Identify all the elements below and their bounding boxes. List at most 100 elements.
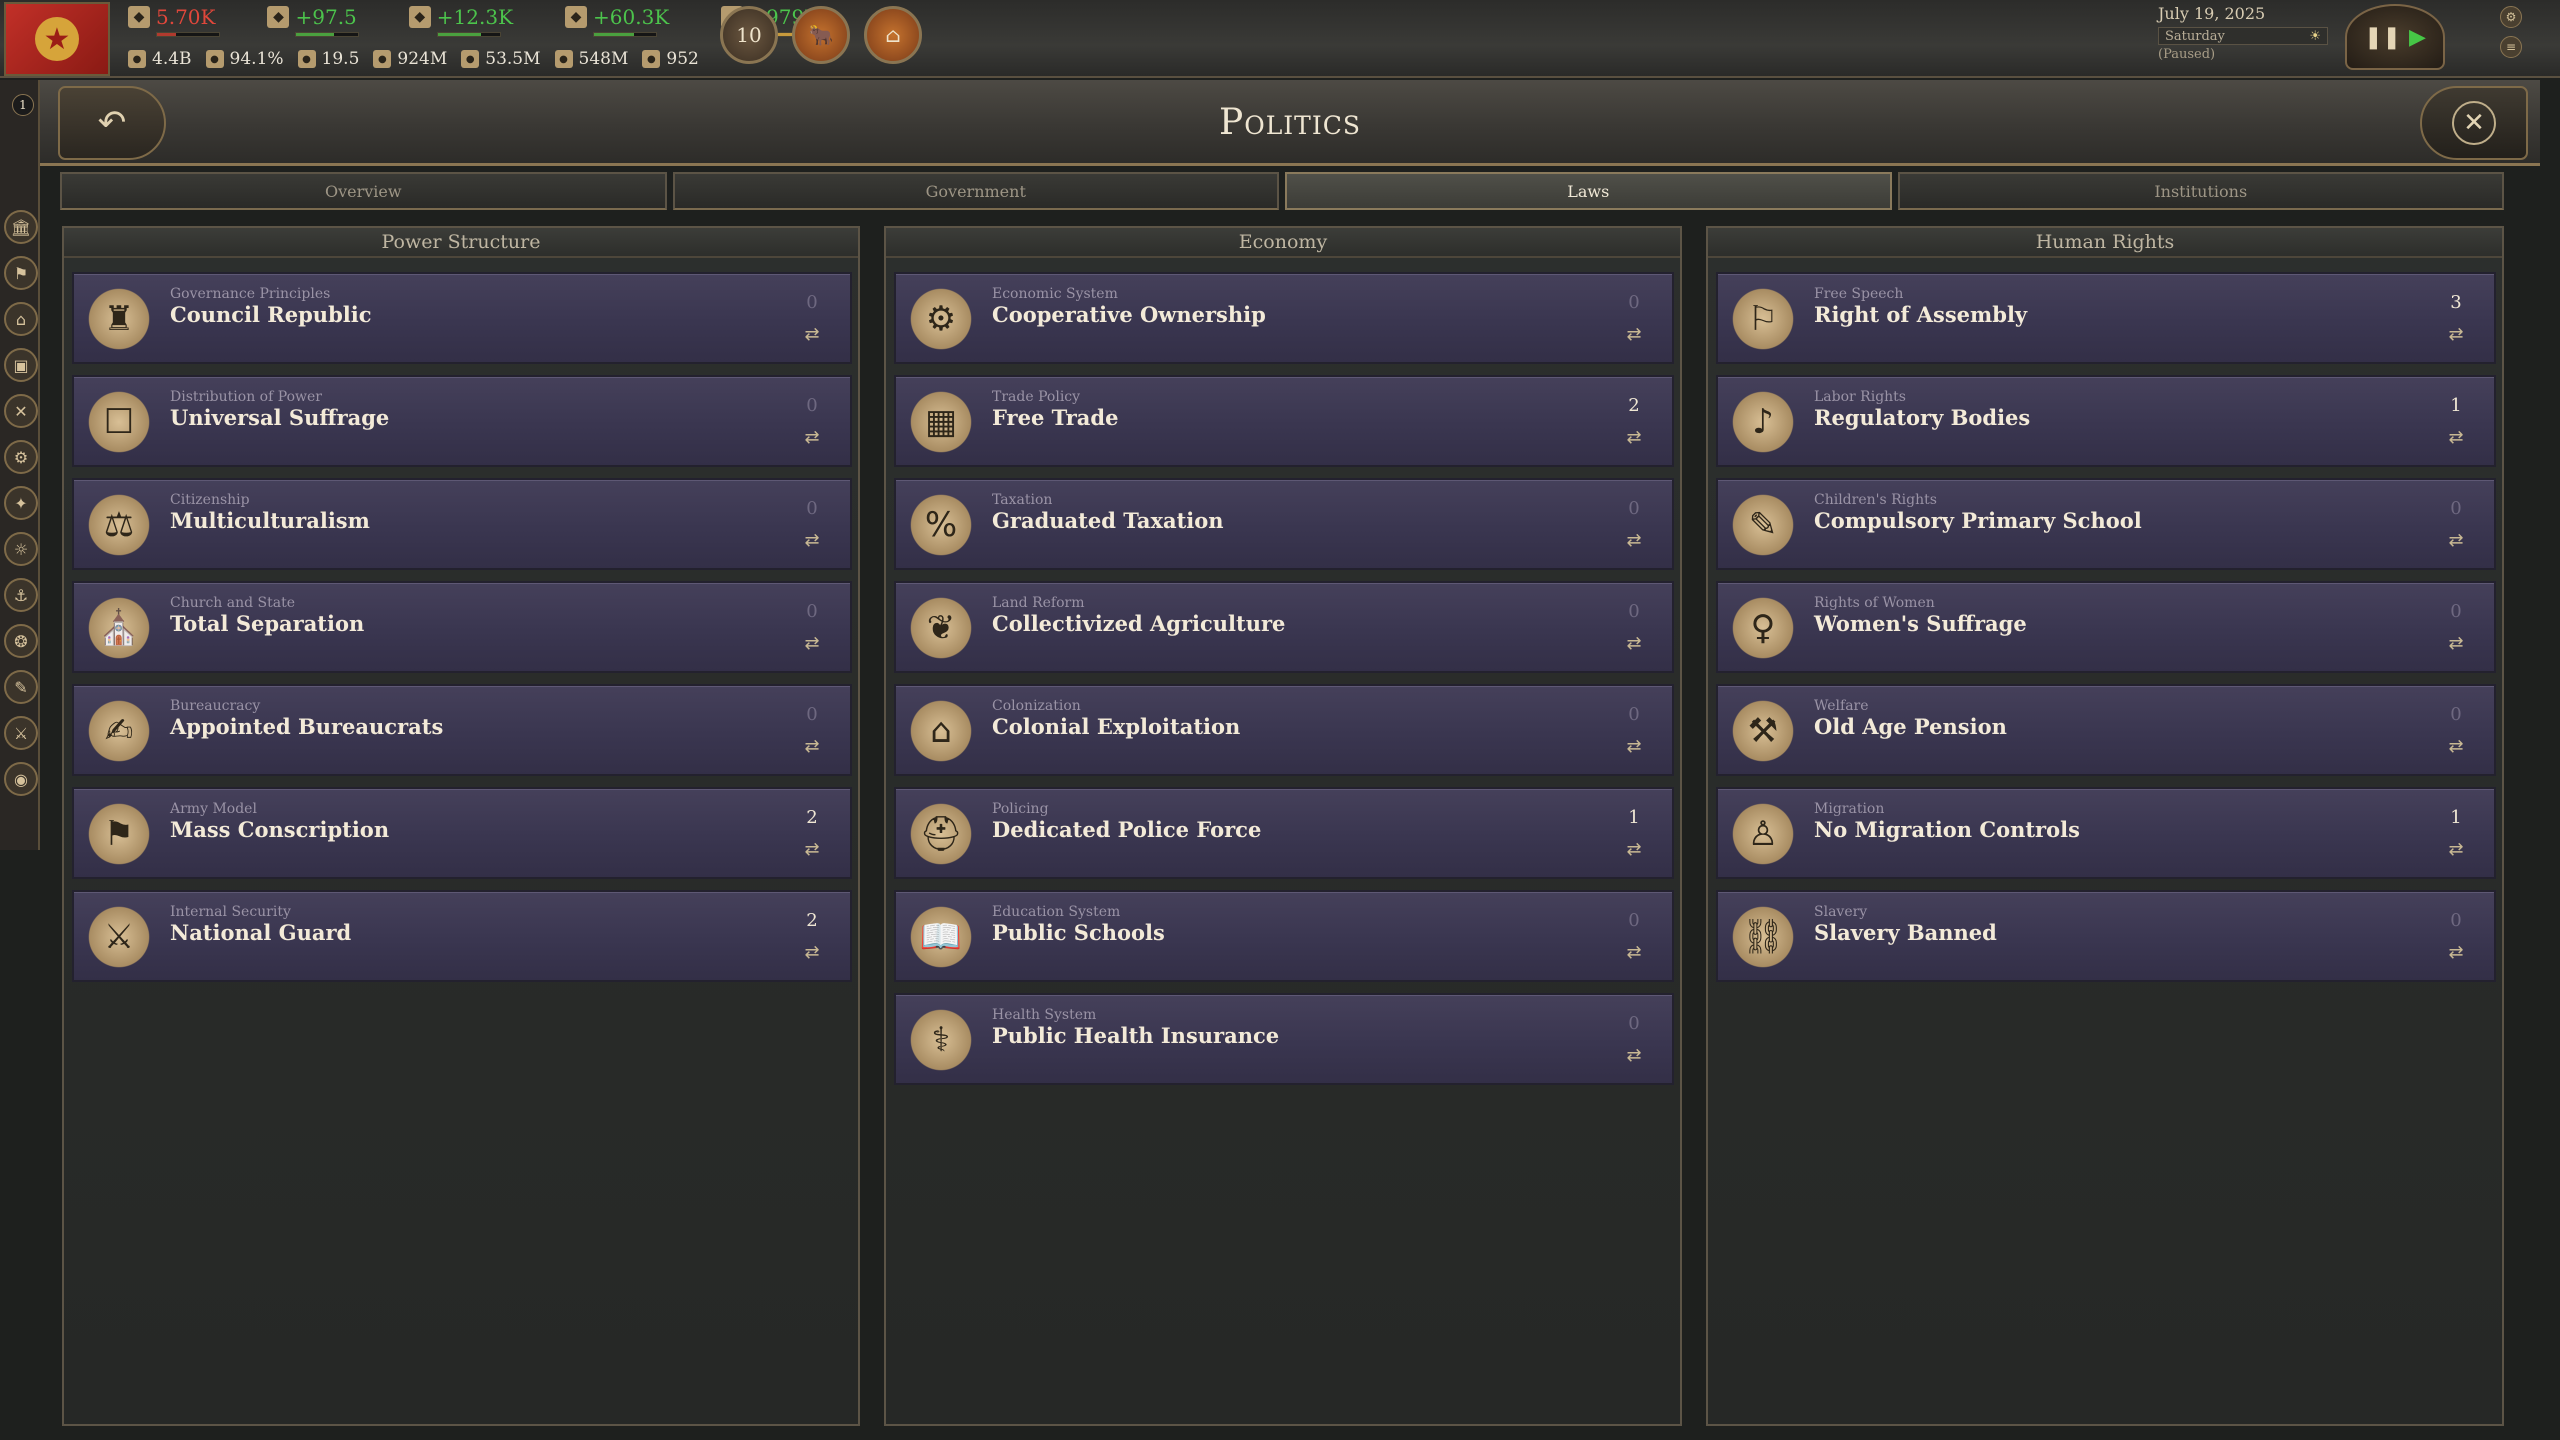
corner-icons: ⚙ ≡	[2500, 6, 2522, 58]
play-icon[interactable]: ▶	[2409, 25, 2426, 50]
bottom-stat[interactable]: ● 94.1%	[205, 46, 284, 72]
change-law-icon[interactable]: ⇄	[2444, 427, 2468, 448]
tab-government[interactable]: Government	[672, 172, 1279, 210]
top-stat[interactable]: ◆ +12.3K	[408, 4, 539, 37]
pause-icon[interactable]: ❚❚	[2364, 25, 2401, 50]
law-category: Free Speech	[1814, 286, 1904, 302]
tab-institutions[interactable]: Institutions	[1897, 172, 2504, 210]
top-bar: ★ ◆5.70K◆+97.5◆+12.3K◆+60.3K◆+979K ●4.4B…	[0, 0, 2560, 78]
change-law-icon[interactable]: ⇄	[2444, 633, 2468, 654]
law-card[interactable]: ⚖ Citizenship Multiculturalism 0 ⇄	[72, 478, 852, 570]
law-card[interactable]: ▦ Trade Policy Free Trade 2 ⇄	[894, 375, 1674, 467]
law-card[interactable]: % Taxation Graduated Taxation 0 ⇄	[894, 478, 1674, 570]
law-category: Army Model	[170, 801, 257, 817]
change-law-icon[interactable]: ⇄	[2444, 736, 2468, 757]
sidebar-button[interactable]: ⚙	[4, 440, 38, 474]
change-law-icon[interactable]: ⇄	[2444, 839, 2468, 860]
top-stat[interactable]: ◆ +60.3K	[565, 4, 695, 37]
law-support-count: 0	[1628, 601, 1640, 622]
change-law-icon[interactable]: ⇄	[800, 633, 824, 654]
close-icon: ✕	[2452, 101, 2496, 145]
law-card[interactable]: ⛓ Slavery Slavery Banned 0 ⇄	[1716, 890, 2496, 982]
country-flag[interactable]: ★	[4, 2, 110, 76]
law-card[interactable]: ⚙ Economic System Cooperative Ownership 0 ⇄	[894, 272, 1674, 364]
law-support-count: 0	[806, 395, 818, 416]
journal-badge[interactable]: 🐂	[792, 6, 850, 64]
law-category: Education System	[992, 904, 1121, 920]
change-law-icon[interactable]: ⇄	[2444, 530, 2468, 551]
change-law-icon[interactable]: ⇄	[1622, 427, 1646, 448]
change-law-icon[interactable]: ⇄	[800, 942, 824, 963]
law-card[interactable]: ⚒ Welfare Old Age Pension 0 ⇄	[1716, 684, 2496, 776]
sidebar-button[interactable]: ✕	[4, 394, 38, 428]
law-card[interactable]: ⚕ Health System Public Health Insurance 0 ⇄	[894, 993, 1674, 1085]
law-card[interactable]: ✎ Children's Rights Compulsory Primary Sch…	[1716, 478, 2496, 570]
tab-laws[interactable]: Laws	[1285, 172, 1892, 210]
bottom-stat[interactable]: ● 548M	[554, 46, 628, 72]
change-law-icon[interactable]: ⇄	[1622, 1045, 1646, 1066]
law-name: Graduated Taxation	[992, 508, 1224, 533]
law-support-count: 0	[806, 601, 818, 622]
law-name: Colonial Exploitation	[992, 714, 1241, 739]
law-card[interactable]: ⚔ Internal Security National Guard 2 ⇄	[72, 890, 852, 982]
law-support-count: 0	[2450, 910, 2462, 931]
law-name: Council Republic	[170, 302, 372, 327]
law-support-count: 0	[806, 498, 818, 519]
top-stat[interactable]: ◆ 5.70K	[128, 4, 241, 37]
sidebar-button[interactable]: ▣	[4, 348, 38, 382]
colonial-house-icon: ⌂	[906, 696, 976, 766]
law-category: Bureaucracy	[170, 698, 261, 714]
change-law-icon[interactable]: ⇄	[1622, 736, 1646, 757]
sidebar-button[interactable]: ✦	[4, 486, 38, 520]
law-card[interactable]: ❦ Land Reform Collectivized Agriculture 0 ⇄	[894, 581, 1674, 673]
bottom-stat[interactable]: ● 4.4B	[128, 46, 192, 72]
law-card[interactable]: ⌂ Colonization Colonial Exploitation 0 ⇄	[894, 684, 1674, 776]
sidebar-button[interactable]: ☼	[4, 532, 38, 566]
tab-overview[interactable]: Overview	[60, 172, 667, 210]
law-card[interactable]: ✍ Bureaucracy Appointed Bureaucrats 0 ⇄	[72, 684, 852, 776]
game-speed-control[interactable]: ❚❚ ▶	[2345, 4, 2445, 70]
change-law-icon[interactable]: ⇄	[800, 736, 824, 757]
law-card[interactable]: ⛑ Policing Dedicated Police Force 1 ⇄	[894, 787, 1674, 879]
law-card[interactable]: 📖 Education System Public Schools 0 ⇄	[894, 890, 1674, 982]
law-card[interactable]: ☐ Distribution of Power Universal Suffrage…	[72, 375, 852, 467]
market-badge[interactable]: ⌂	[864, 6, 922, 64]
influence-badge[interactable]: 10	[720, 6, 778, 64]
sidebar-button[interactable]: 🏛	[4, 210, 38, 244]
bottom-stat[interactable]: ● 19.5	[297, 46, 359, 72]
law-card[interactable]: ♜ Governance Principles Council Republic 0 ⇄	[72, 272, 852, 364]
law-card[interactable]: ♙ Migration No Migration Controls 1 ⇄	[1716, 787, 2496, 879]
sidebar-button[interactable]: ✎	[4, 670, 38, 704]
law-card[interactable]: ♪ Labor Rights Regulatory Bodies 1 ⇄	[1716, 375, 2496, 467]
settings-icon[interactable]: ⚙	[2500, 6, 2522, 28]
change-law-icon[interactable]: ⇄	[1622, 324, 1646, 345]
law-category: Distribution of Power	[170, 389, 322, 405]
change-law-icon[interactable]: ⇄	[1622, 530, 1646, 551]
change-law-icon[interactable]: ⇄	[1622, 839, 1646, 860]
law-card[interactable]: ♀ Rights of Women Women's Suffrage 0 ⇄	[1716, 581, 2496, 673]
sidebar-button[interactable]: ❂	[4, 624, 38, 658]
change-law-icon[interactable]: ⇄	[800, 324, 824, 345]
change-law-icon[interactable]: ⇄	[800, 839, 824, 860]
change-law-icon[interactable]: ⇄	[2444, 942, 2468, 963]
law-name: Public Schools	[992, 920, 1165, 945]
law-card[interactable]: ⚐ Free Speech Right of Assembly 3 ⇄	[1716, 272, 2496, 364]
sidebar-button[interactable]: ◉	[4, 762, 38, 796]
sidebar-button[interactable]: ⌂	[4, 302, 38, 336]
change-law-icon[interactable]: ⇄	[800, 530, 824, 551]
bottom-stat[interactable]: ● 924M	[373, 46, 447, 72]
change-law-icon[interactable]: ⇄	[1622, 633, 1646, 654]
menu-icon[interactable]: ≡	[2500, 36, 2522, 58]
top-stat[interactable]: ◆ +97.5	[267, 4, 382, 37]
close-button[interactable]: ✕	[2420, 86, 2528, 160]
bottom-stat[interactable]: ● 952	[642, 46, 699, 72]
bottom-stat[interactable]: ● 53.5M	[461, 46, 541, 72]
law-card[interactable]: ⛪ Church and State Total Separation 0 ⇄	[72, 581, 852, 673]
sidebar-button[interactable]: ⚔	[4, 716, 38, 750]
sidebar-button[interactable]: ⚑	[4, 256, 38, 290]
sidebar-button[interactable]: ⚓	[4, 578, 38, 612]
change-law-icon[interactable]: ⇄	[2444, 324, 2468, 345]
change-law-icon[interactable]: ⇄	[1622, 942, 1646, 963]
law-card[interactable]: ⚑ Army Model Mass Conscription 2 ⇄	[72, 787, 852, 879]
change-law-icon[interactable]: ⇄	[800, 427, 824, 448]
